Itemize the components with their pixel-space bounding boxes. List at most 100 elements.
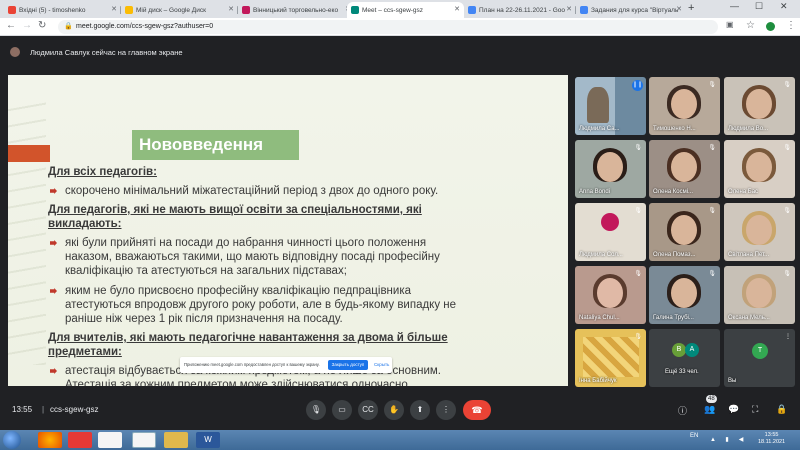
chrome-icon[interactable] <box>98 432 122 448</box>
tab-label: Задания для курса "Віртуаль <box>591 6 679 14</box>
browser-tab-strip: Вхідні (5) - timoshenko ✕ Мій диск – Goo… <box>0 0 800 18</box>
participant-tile[interactable]: 🎙 Оксана Мель... <box>724 266 795 324</box>
camera-in-use-icon[interactable]: ▣ <box>726 20 734 29</box>
raise-hand-button[interactable]: ✋ <box>384 400 404 420</box>
tab-course-tasks[interactable]: Задания для курса "Віртуаль ✕ <box>576 2 686 18</box>
meet-icon <box>351 6 359 14</box>
minimize-button[interactable]: — <box>730 1 739 11</box>
participant-name: Олена Космі... <box>653 189 694 195</box>
tab-drive[interactable]: Мій диск – Google Диск ✕ <box>121 2 238 18</box>
slide-title: Нововведення <box>132 130 299 160</box>
host-controls-icon[interactable]: 🔒 <box>776 404 787 415</box>
bookmark-star-icon[interactable]: ☆ <box>746 20 755 31</box>
close-window-button[interactable]: ✕ <box>780 1 788 12</box>
participant-initial-avatar: А <box>685 343 699 357</box>
slide-heading: Для всіх педагогів: <box>48 166 157 178</box>
end-call-button[interactable]: ☎ <box>463 400 491 420</box>
close-tab-icon[interactable]: ✕ <box>228 5 234 13</box>
people-icon[interactable]: 👥 <box>704 404 715 415</box>
close-tab-icon[interactable]: ✕ <box>566 5 572 13</box>
mic-off-icon: 🎙 <box>783 271 791 277</box>
tab-label: План на 22-26.11.2021 - Goo <box>479 6 565 14</box>
mic-off-icon: 🎙 <box>634 271 642 277</box>
taskbar-clock[interactable]: 13:55 18.11.2021 <box>758 432 785 446</box>
slide-bullet: кваліфікацію та атестуються на загальних… <box>65 265 347 277</box>
present-screen-button[interactable]: ⬆ <box>410 400 430 420</box>
slide-heading: Для вчителів, які мають педагогічне нава… <box>48 332 448 344</box>
docs-icon <box>468 6 476 14</box>
volume-icon[interactable]: ◀ <box>736 432 746 448</box>
meet-control-bar: 13:55 | ccs-sgew-gsz 🎙 ▭ CC ✋ ⬆ ⋮ ☎ ⓘ 👥 … <box>0 391 800 430</box>
close-tab-icon[interactable]: ✕ <box>676 5 682 13</box>
new-tab-button[interactable]: + <box>688 2 694 14</box>
app-icon[interactable] <box>38 432 62 448</box>
self-tile[interactable]: T ⋮ Вы <box>724 329 795 387</box>
slide-heading: Для педагогів, які не мають вищої освіти… <box>48 204 422 216</box>
tab-gmail[interactable]: Вхідні (5) - timoshenko ✕ <box>4 2 121 18</box>
mic-off-icon: 🎙 <box>634 208 642 214</box>
tab-label: Meet – ccs-sgew-gsz <box>362 6 424 14</box>
back-arrow-icon[interactable]: ← <box>6 20 16 31</box>
participant-name: Людмила Во... <box>728 126 769 132</box>
activities-icon[interactable]: ⛶ <box>752 404 758 415</box>
app-icon[interactable] <box>68 432 92 448</box>
network-icon[interactable]: ▮ <box>722 432 732 448</box>
more-participants-tile[interactable]: В А Ещё 33 чел. <box>649 329 720 387</box>
maximize-button[interactable]: ☐ <box>755 1 763 12</box>
self-initial-avatar: T <box>752 343 768 359</box>
participant-tile[interactable]: 🎙 Олена Бас <box>724 140 795 198</box>
participant-tile[interactable]: ❙❙ Людмила Са... <box>575 77 646 135</box>
participant-tile[interactable]: 🎙 Світлана Пет... <box>724 203 795 261</box>
camera-button[interactable]: ▭ <box>332 400 352 420</box>
more-options-icon[interactable]: ⋮ <box>785 333 791 340</box>
slide-bullet: скорочено мінімальний міжатестаційний пе… <box>65 185 439 197</box>
word-icon[interactable]: W <box>196 432 220 448</box>
slide-bullet: раніше ніж через 1 рік після призначення… <box>65 313 343 325</box>
docs-icon <box>580 6 588 14</box>
self-label: Вы <box>728 378 737 384</box>
profile-avatar[interactable] <box>766 22 775 31</box>
participant-tile[interactable]: 🎙 Людмила Сол... <box>575 203 646 261</box>
captions-button[interactable]: CC <box>358 400 378 420</box>
slide-bullet: яким не було присвоєно професійну кваліф… <box>65 285 412 297</box>
tab-meet[interactable]: Meet – ccs-sgew-gsz ✕ <box>347 2 464 18</box>
bullet-arrow-icon <box>50 240 57 246</box>
reload-icon[interactable]: ↻ <box>38 20 46 31</box>
participant-tile[interactable]: 🎙 Олена Помаз... <box>649 203 720 261</box>
screen-share-notice: Приложению meet.google.com предоставлен … <box>180 357 392 373</box>
tab-docs-plan[interactable]: План на 22-26.11.2021 - Goo ✕ <box>464 2 576 18</box>
participant-tile[interactable]: 🎙 Anna Bondi <box>575 140 646 198</box>
participant-tile[interactable]: 🎙 Nataliya Chul... <box>575 266 646 324</box>
microphone-button[interactable]: 🎙 <box>306 400 326 420</box>
file-explorer-icon[interactable] <box>164 432 188 448</box>
chat-icon[interactable]: 💬 <box>728 404 739 415</box>
tray-arrow-icon[interactable]: ▲ <box>708 432 718 448</box>
participant-name: Nataliya Chul... <box>579 315 620 321</box>
participant-tile[interactable]: 🎙 Олена Космі... <box>649 140 720 198</box>
language-indicator[interactable]: EN <box>690 433 698 439</box>
stop-sharing-button[interactable]: Закрыть доступ <box>328 360 368 370</box>
mic-off-icon: 🎙 <box>783 145 791 151</box>
slide-heading: предметами: <box>48 346 122 358</box>
chrome-active-icon[interactable] <box>132 432 156 448</box>
participant-tile[interactable]: 🎙 Інна Бабійчук <box>575 329 646 387</box>
hide-notice-button[interactable]: Скрыть <box>374 360 389 370</box>
start-button[interactable] <box>3 431 21 449</box>
participant-tile[interactable]: 🎙 Галина Трубі... <box>649 266 720 324</box>
tab-college[interactable]: Вінницький торговельно-еко ✕ <box>238 2 355 18</box>
more-options-button[interactable]: ⋮ <box>436 400 456 420</box>
participant-name: Світлана Пет... <box>728 252 770 258</box>
close-tab-icon[interactable]: ✕ <box>454 5 460 13</box>
slide-heading: викладають: <box>48 218 122 230</box>
url-input[interactable]: 🔒 meet.google.com/ccs-sgew-gsz?authuser=… <box>58 20 718 34</box>
mic-off-icon: 🎙 <box>634 145 642 151</box>
participant-name: Людмила Сол... <box>579 252 623 258</box>
participant-tile[interactable]: 🎙 Людмила Во... <box>724 77 795 135</box>
forward-arrow-icon[interactable]: → <box>22 20 32 31</box>
meeting-info-icon[interactable]: ⓘ <box>678 404 687 417</box>
close-tab-icon[interactable]: ✕ <box>111 5 117 13</box>
participant-tile[interactable]: 🎙 Тимошенко Н... <box>649 77 720 135</box>
browser-menu-icon[interactable]: ⋮ <box>786 20 796 31</box>
tab-label: Вінницький торговельно-еко <box>253 6 339 14</box>
bullet-arrow-icon <box>50 368 57 374</box>
